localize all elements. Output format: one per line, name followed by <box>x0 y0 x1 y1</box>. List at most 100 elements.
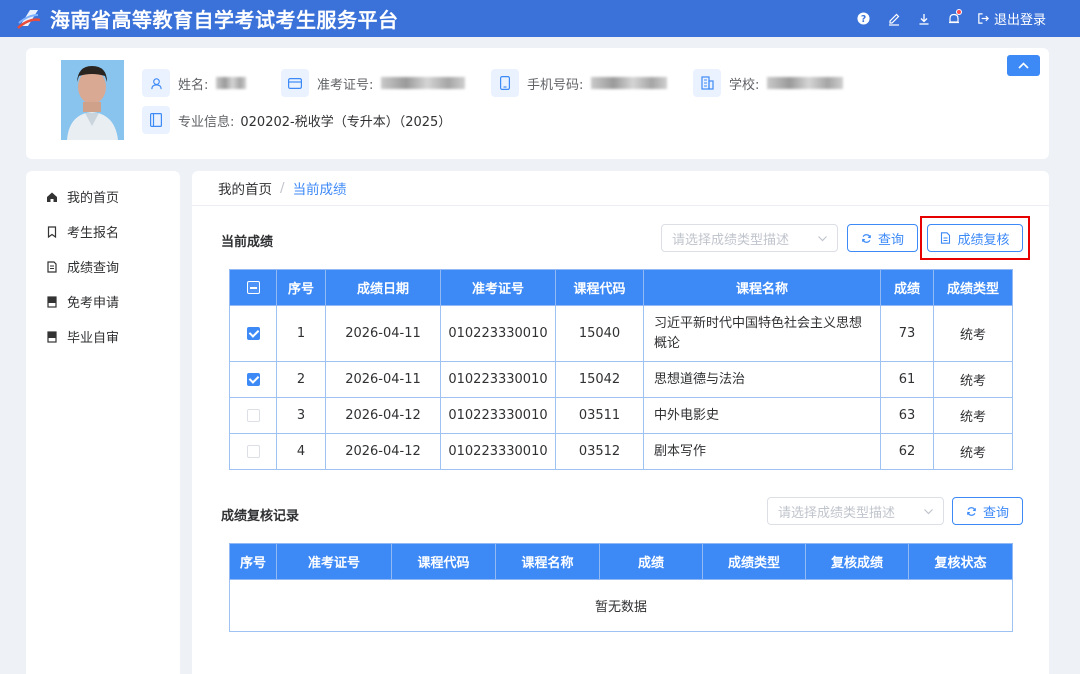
major-label: 专业信息: <box>178 114 235 130</box>
profile-card: 姓名: 准考证号: 手机号码: 学校: 专业信息: 020202-税收学（专升本… <box>26 48 1049 159</box>
document-icon <box>47 260 57 273</box>
column-header: 复核状态 <box>908 543 1013 580</box>
phone-label: 手机号码: <box>527 77 584 93</box>
building-icon <box>693 69 721 97</box>
cell-score: 62 <box>880 433 934 470</box>
score-review-label: 成绩复核 <box>957 232 1010 248</box>
column-header: 课程代码 <box>555 269 644 306</box>
main-panel: 我的首页 / 当前成绩 当前成绩 请选择成绩类型描述 查询 成绩复核 序号 成绩… <box>192 171 1049 674</box>
table-row[interactable]: 1 2026-04-11 010223330010 15040 习近平新时代中国… <box>229 305 1013 362</box>
review-records-table: 序号 准考证号 课程代码 课程名称 成绩 成绩类型 复核成绩 复核状态 暂无数据 <box>229 543 1013 632</box>
cell-score-type: 统考 <box>933 433 1013 470</box>
cell-course-code: 15040 <box>555 305 644 362</box>
column-header: 序号 <box>229 543 277 580</box>
review-type-select[interactable]: 请选择成绩类型描述 <box>767 497 944 525</box>
edit-icon[interactable] <box>885 10 903 28</box>
row-checkbox[interactable] <box>246 373 260 386</box>
cell-date: 2026-04-11 <box>325 361 441 398</box>
avatar <box>61 60 124 140</box>
empty-state-text: 暂无数据 <box>229 579 1013 632</box>
phone-value-redacted <box>591 77 668 89</box>
school-field: 学校: <box>693 69 844 97</box>
logout-label: 退出登录 <box>993 13 1046 28</box>
logout-button[interactable]: 退出登录 <box>977 9 1046 28</box>
major-value: 020202-税收学（专升本）（2025） <box>240 114 452 130</box>
column-header: 课程代码 <box>391 543 496 580</box>
sidebar-item-label: 成绩查询 <box>67 261 120 276</box>
cell-course-code: 03511 <box>555 397 644 434</box>
column-header: 成绩日期 <box>325 269 441 306</box>
row-checkbox[interactable] <box>246 409 260 422</box>
breadcrumb-home[interactable]: 我的首页 <box>218 178 272 198</box>
cell-course-name: 习近平新时代中国特色社会主义思想概论 <box>643 305 881 362</box>
table-row[interactable]: 2 2026-04-11 010223330010 15042 思想道德与法治 … <box>229 361 1013 398</box>
cell-date: 2026-04-12 <box>325 433 441 470</box>
query-button[interactable]: 查询 <box>847 224 918 252</box>
column-header: 成绩类型 <box>702 543 806 580</box>
sidebar-item-exemption[interactable]: 免考申请 <box>26 284 180 319</box>
column-header: 序号 <box>276 269 326 306</box>
sidebar: 我的首页 考生报名 成绩查询 免考申请 毕业自审 <box>26 171 180 674</box>
help-icon[interactable]: ? <box>855 10 873 28</box>
cell-course-name: 剧本写作 <box>643 433 881 470</box>
sidebar-item-label: 考生报名 <box>67 226 120 241</box>
review-records-title: 成绩复核记录 <box>221 509 300 524</box>
refresh-icon <box>861 233 871 243</box>
collapse-button[interactable] <box>1007 55 1040 76</box>
sidebar-item-home[interactable]: 我的首页 <box>26 179 180 214</box>
breadcrumb-current: 当前成绩 <box>292 182 347 198</box>
svg-text:?: ? <box>861 14 866 25</box>
column-header: 课程名称 <box>643 269 881 306</box>
table-row[interactable]: 3 2026-04-12 010223330010 03511 中外电影史 63… <box>229 397 1013 434</box>
breadcrumb: 我的首页 / 当前成绩 <box>192 171 1049 206</box>
breadcrumb-separator: / <box>280 180 285 196</box>
bell-icon[interactable] <box>945 8 963 28</box>
review-query-button[interactable]: 查询 <box>952 497 1023 525</box>
sidebar-item-score-query[interactable]: 成绩查询 <box>26 249 180 284</box>
logout-icon <box>978 13 989 24</box>
select-all-checkbox[interactable] <box>246 281 260 294</box>
review-type-placeholder: 请选择成绩类型描述 <box>778 505 896 521</box>
top-bar: 海南省高等教育自学考试考生服务平台 ? 退出登录 <box>0 0 1080 37</box>
column-header: 准考证号 <box>276 543 392 580</box>
query-label: 查询 <box>877 232 904 248</box>
row-select-cell <box>229 433 277 470</box>
cell-no: 3 <box>276 397 326 434</box>
home-icon <box>47 192 57 202</box>
sidebar-item-label: 毕业自审 <box>67 331 120 346</box>
cell-score: 63 <box>880 397 934 434</box>
name-value-redacted <box>216 77 247 89</box>
cell-no: 4 <box>276 433 326 470</box>
score-review-button[interactable]: 成绩复核 <box>927 224 1023 252</box>
current-scores-title: 当前成绩 <box>221 235 274 250</box>
column-header: 准考证号 <box>440 269 556 306</box>
sidebar-item-registration[interactable]: 考生报名 <box>26 214 180 249</box>
sidebar-item-label: 免考申请 <box>67 296 120 311</box>
row-select-cell <box>229 305 277 362</box>
name-label: 姓名: <box>178 77 209 93</box>
refresh-icon <box>966 506 976 516</box>
download-icon[interactable] <box>915 10 933 28</box>
major-field: 专业信息: 020202-税收学（专升本）（2025） <box>142 106 451 134</box>
score-type-placeholder: 请选择成绩类型描述 <box>672 232 790 248</box>
sidebar-item-graduation-review[interactable]: 毕业自审 <box>26 319 180 354</box>
chevron-up-icon <box>1018 62 1029 69</box>
row-checkbox[interactable] <box>246 327 260 340</box>
column-header: 复核成绩 <box>805 543 909 580</box>
cell-score: 61 <box>880 361 934 398</box>
score-type-select[interactable]: 请选择成绩类型描述 <box>661 224 838 252</box>
phone-field: 手机号码: <box>491 69 668 97</box>
cell-exam-id: 010223330010 <box>440 305 556 362</box>
app-title: 海南省高等教育自学考试考生服务平台 <box>50 8 399 32</box>
cell-no: 2 <box>276 361 326 398</box>
chevron-down-icon <box>818 236 827 242</box>
cell-score-type: 统考 <box>933 361 1013 398</box>
sidebar-item-label: 我的首页 <box>67 191 120 206</box>
school-label: 学校: <box>729 77 760 93</box>
table-header-row: 序号 准考证号 课程代码 课程名称 成绩 成绩类型 复核成绩 复核状态 <box>229 543 1013 580</box>
empty-row: 暂无数据 <box>229 579 1013 632</box>
notification-dot <box>955 8 962 15</box>
current-scores-table: 序号 成绩日期 准考证号 课程代码 课程名称 成绩 成绩类型 1 2026-04… <box>229 269 1013 470</box>
row-checkbox[interactable] <box>246 445 260 458</box>
table-row[interactable]: 4 2026-04-12 010223330010 03512 剧本写作 62 … <box>229 433 1013 470</box>
